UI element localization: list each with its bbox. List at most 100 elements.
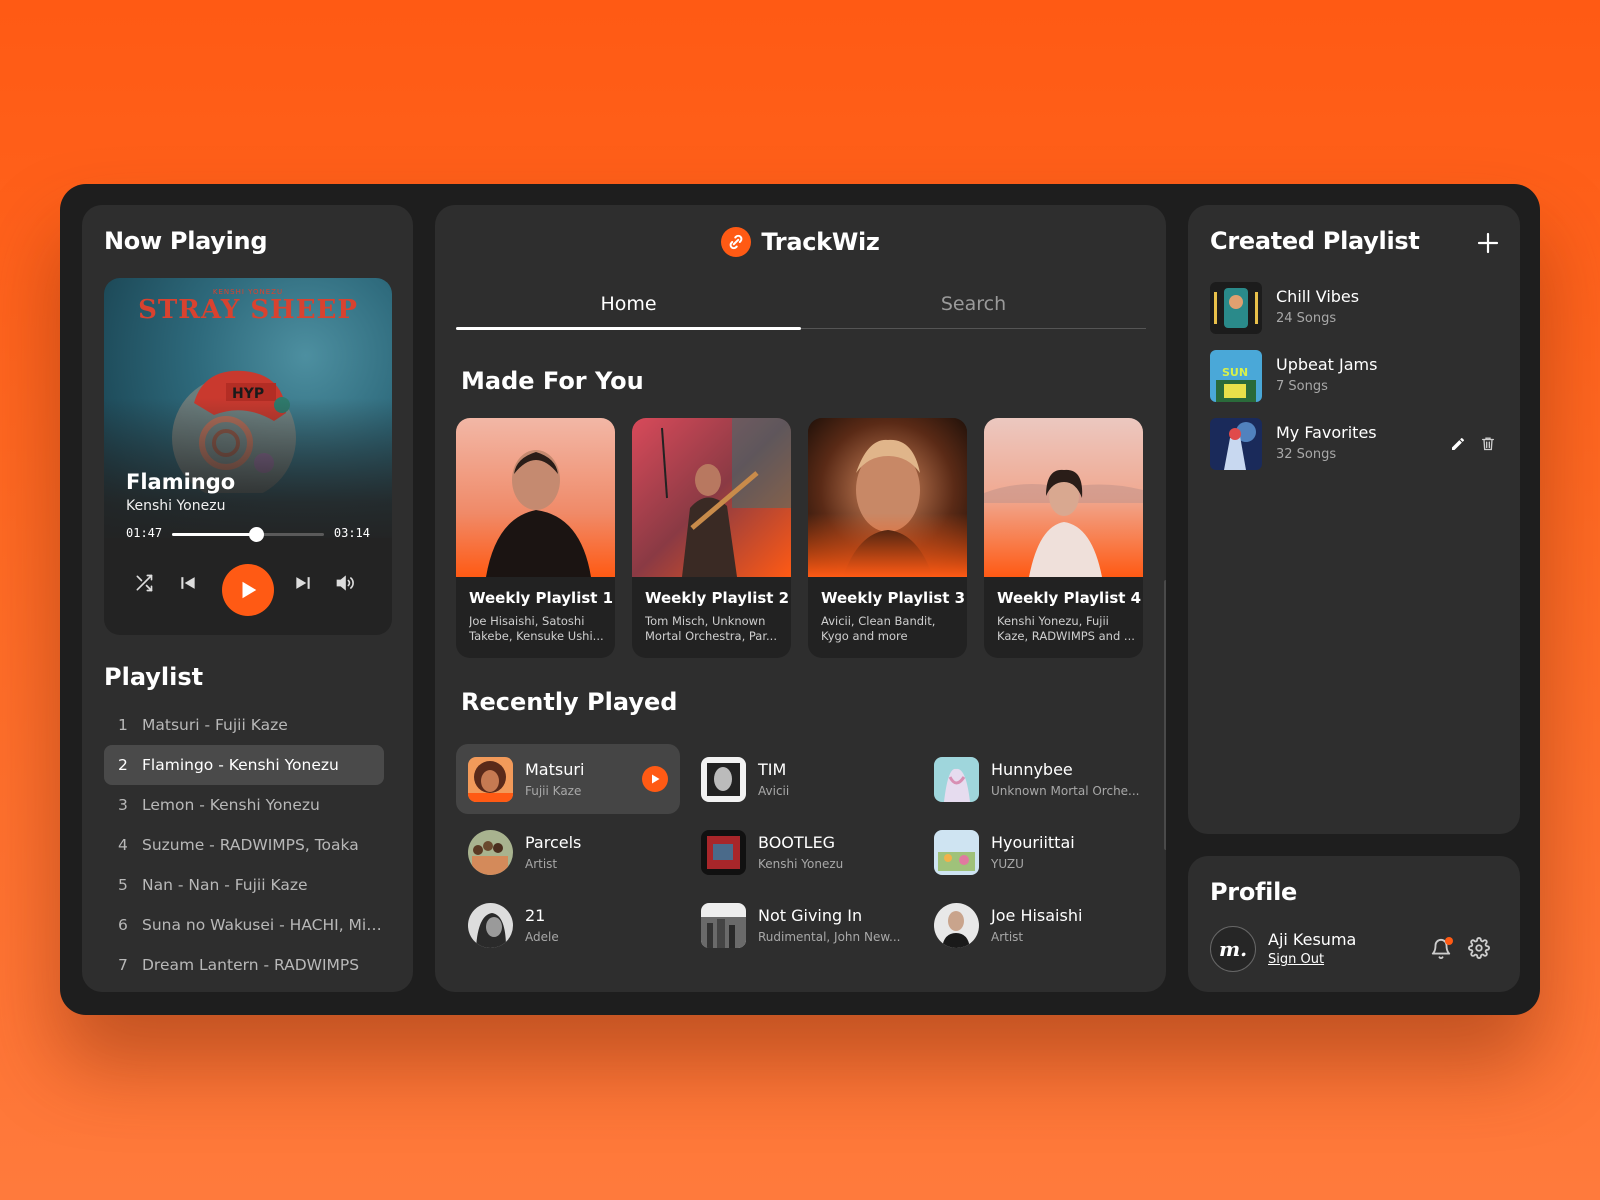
- play-button[interactable]: [222, 564, 274, 616]
- playlist-card-subtitle: Kenshi Yonezu, Fujii Kaze, RADWIMPS and …: [997, 614, 1135, 643]
- now-playing-title: Now Playing: [104, 227, 268, 255]
- profile-panel: Profile m. Aji Kesuma Sign Out: [1188, 856, 1520, 992]
- recent-item-thumb: [934, 757, 979, 802]
- recent-item-thumb: [934, 830, 979, 875]
- created-playlist-count: 32 Songs: [1276, 447, 1337, 462]
- playlist-item[interactable]: 4 Suzume - RADWIMPS, Toaka: [104, 825, 384, 865]
- brand-logo-icon: [721, 227, 752, 257]
- made-for-you-cards: Weekly Playlist 1 Joe Hisaishi, Satoshi …: [456, 418, 1143, 658]
- recent-item-thumb: [468, 903, 513, 948]
- recent-item-sub: Artist: [525, 857, 558, 871]
- recent-item[interactable]: BOOTLEG Kenshi Yonezu: [689, 817, 913, 887]
- recent-item-sub: Kenshi Yonezu: [758, 857, 844, 871]
- now-playing-song: Flamingo: [126, 470, 236, 494]
- recent-item[interactable]: Hyouriittai YUZU: [922, 817, 1146, 887]
- created-playlist-count: 7 Songs: [1276, 379, 1328, 394]
- created-playlist-item[interactable]: SUN Upbeat Jams 7 Songs: [1210, 350, 1500, 404]
- recent-item-active[interactable]: Matsuri Fujii Kaze: [456, 744, 680, 814]
- recent-item-sub: Artist: [991, 930, 1024, 944]
- scrollbar[interactable]: [1164, 580, 1166, 850]
- edit-icon[interactable]: [1450, 436, 1466, 452]
- play-icon: [652, 774, 660, 784]
- brand: TrackWiz: [435, 227, 1166, 257]
- recent-play-button[interactable]: [642, 766, 668, 792]
- add-icon[interactable]: [1476, 231, 1500, 255]
- next-button[interactable]: [293, 573, 313, 593]
- playlist-card-subtitle: Tom Misch, Unknown Mortal Orchestra, Par…: [645, 614, 777, 643]
- skip-forward-icon: [296, 577, 310, 589]
- profile-name: Aji Kesuma: [1268, 930, 1357, 949]
- recent-item[interactable]: Parcels Artist: [456, 817, 680, 887]
- volume-icon: [336, 575, 354, 591]
- recent-item-sub: Avicii: [758, 784, 790, 798]
- created-playlist-item[interactable]: My Favorites 32 Songs: [1210, 418, 1500, 472]
- recent-item[interactable]: Hunnybee Unknown Mortal Orche...: [922, 744, 1146, 814]
- recent-item-name: TIM: [758, 760, 787, 779]
- shuffle-icon: [136, 574, 153, 592]
- profile-title: Profile: [1210, 878, 1297, 906]
- playlist-card-subtitle: Avicii, Clean Bandit, Kygo and more: [821, 614, 936, 643]
- trash-icon[interactable]: [1480, 435, 1496, 452]
- recent-item-thumb: [701, 830, 746, 875]
- playlist-item[interactable]: 1 Matsuri - Fujii Kaze: [104, 705, 384, 745]
- shuffle-button[interactable]: [134, 573, 154, 593]
- made-for-you-title: Made For You: [461, 367, 644, 395]
- avatar[interactable]: m.: [1210, 926, 1256, 972]
- recent-item-sub: Unknown Mortal Orche...: [991, 784, 1140, 798]
- created-playlist-item[interactable]: Chill Vibes 24 Songs: [1210, 282, 1500, 336]
- recent-item-sub: Fujii Kaze: [525, 784, 582, 798]
- created-playlist-name: My Favorites: [1276, 423, 1377, 442]
- recent-item-thumb: [934, 903, 979, 948]
- playlist-card[interactable]: Weekly Playlist 3 Avicii, Clean Bandit, …: [808, 418, 967, 658]
- created-playlist-thumb: [1210, 418, 1262, 470]
- tab-search[interactable]: Search: [801, 285, 1146, 328]
- playlist-item[interactable]: 3 Lemon - Kenshi Yonezu: [104, 785, 384, 825]
- playlist-card-title: Weekly Playlist 1: [469, 589, 614, 607]
- playlist-item[interactable]: 6 Suna no Wakusei - HACHI, Mik...: [104, 905, 384, 945]
- recent-item-thumb: [701, 757, 746, 802]
- tab-home[interactable]: Home: [456, 285, 801, 330]
- recent-item-name: Hyouriittai: [991, 833, 1075, 852]
- playlist-card-image: [632, 418, 791, 577]
- progress-bar[interactable]: [172, 527, 324, 542]
- recent-item-name: 21: [525, 906, 546, 925]
- created-playlist-thumb: SUN: [1210, 350, 1262, 402]
- skip-back-icon: [181, 577, 195, 589]
- playlist-card-image: [984, 418, 1143, 577]
- playlist-card[interactable]: Weekly Playlist 2 Tom Misch, Unknown Mor…: [632, 418, 791, 658]
- created-playlist-title: Created Playlist: [1210, 227, 1420, 255]
- playlist-list: 1 Matsuri - Fujii Kaze 2 Flamingo - Kenshi…: [104, 705, 384, 985]
- gear-icon[interactable]: [1468, 937, 1490, 959]
- playlist-card[interactable]: Weekly Playlist 1 Joe Hisaishi, Satoshi …: [456, 418, 615, 658]
- now-playing-panel: Now Playing KENSHI YONEZU STRAY SHEEP HY…: [82, 205, 413, 992]
- duration-time: 03:14: [333, 526, 370, 540]
- recent-item-name: BOOTLEG: [758, 833, 836, 852]
- volume-button[interactable]: [334, 573, 356, 593]
- tab-bar: Home Search: [456, 285, 1146, 330]
- recent-item-name: Not Giving In: [758, 906, 863, 925]
- recently-played-title: Recently Played: [461, 688, 678, 716]
- recent-item-name: Matsuri: [525, 760, 585, 779]
- progress-fill: [172, 533, 256, 536]
- main-panel: TrackWiz Home Search Made For You Weekly…: [435, 205, 1166, 992]
- recent-item-thumb: [468, 830, 513, 875]
- playlist-card-subtitle: Joe Hisaishi, Satoshi Takebe, Kensuke Us…: [469, 614, 604, 643]
- recent-item[interactable]: Not Giving In Rudimental, John New...: [689, 890, 913, 960]
- recent-item[interactable]: TIM Avicii: [689, 744, 913, 814]
- svg-text:SUN: SUN: [1222, 366, 1248, 379]
- recent-item[interactable]: Joe Hisaishi Artist: [922, 890, 1146, 960]
- recent-item[interactable]: 21 Adele: [456, 890, 680, 960]
- playlist-item-active[interactable]: 2 Flamingo - Kenshi Yonezu: [104, 745, 384, 785]
- playlist-card-title: Weekly Playlist 3: [821, 589, 966, 607]
- playlist-item[interactable]: 5 Nan - Nan - Fujii Kaze: [104, 865, 384, 905]
- sign-out-link[interactable]: Sign Out: [1268, 952, 1324, 967]
- progress-knob[interactable]: [248, 527, 264, 542]
- playlist-card[interactable]: Weekly Playlist 4 Kenshi Yonezu, Fujii K…: [984, 418, 1143, 658]
- playlist-card-image: [456, 418, 615, 577]
- created-playlist-name: Upbeat Jams: [1276, 355, 1378, 374]
- playlist-item[interactable]: 7 Dream Lantern - RADWIMPS: [104, 945, 384, 985]
- playlist-card-title: Weekly Playlist 2: [645, 589, 790, 607]
- playlist-card-image: [808, 418, 967, 577]
- recent-item-name: Joe Hisaishi: [991, 906, 1083, 925]
- previous-button[interactable]: [178, 573, 198, 593]
